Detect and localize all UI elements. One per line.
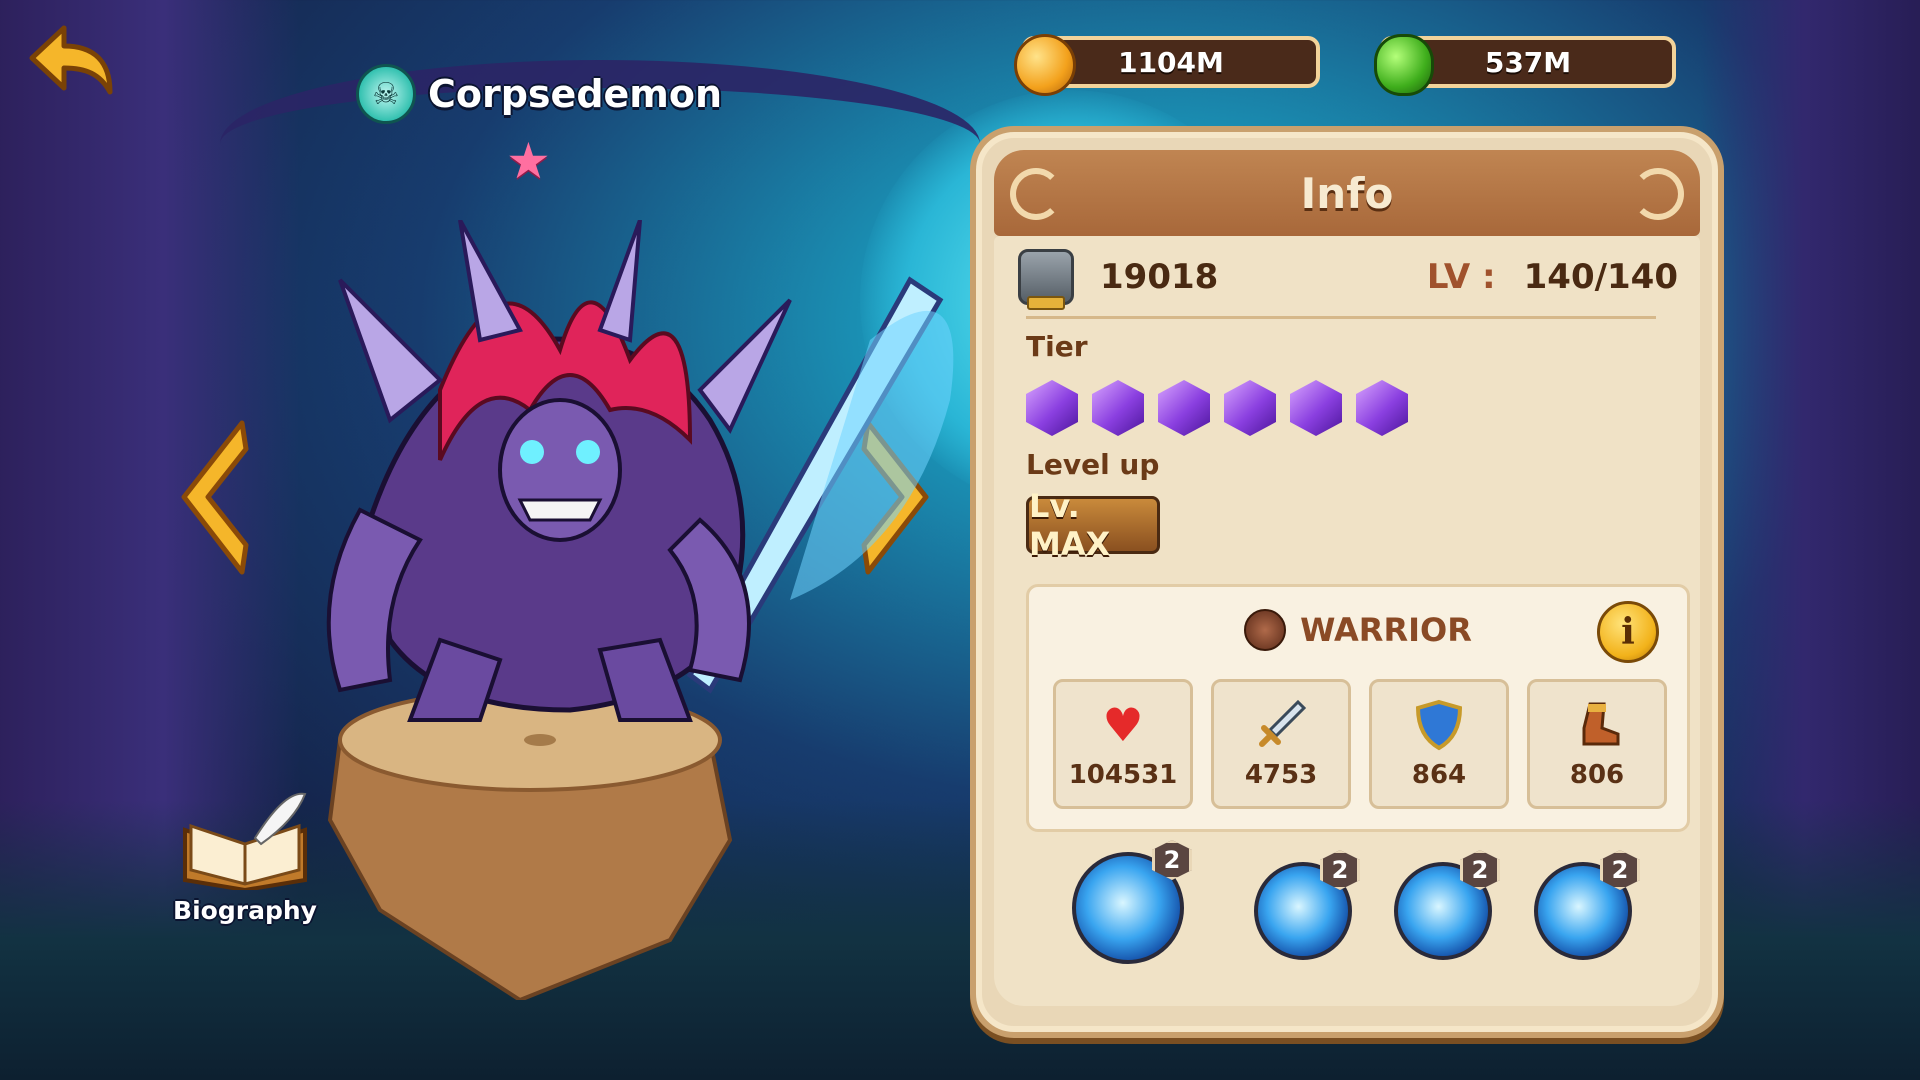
stat-hp: ♥ 104531: [1053, 679, 1193, 809]
stats-row: ♥ 104531 4753 864 806: [1053, 679, 1667, 809]
skill-4-level-badge: 2: [1600, 850, 1640, 890]
stat-armor-value: 864: [1411, 760, 1467, 790]
skull-icon: ☠: [356, 64, 416, 124]
info-panel-title: Info: [1300, 168, 1394, 218]
stat-hp-value: 104531: [1068, 760, 1178, 790]
divider: [1026, 316, 1656, 319]
power-row: 19018 LV : 140/140: [1018, 242, 1678, 312]
stat-armor: 864: [1369, 679, 1509, 809]
level-up-label: Level up: [1026, 448, 1160, 481]
back-arrow-icon: [29, 25, 113, 95]
stat-attack-value: 4753: [1244, 760, 1318, 790]
stat-attack: 4753: [1211, 679, 1351, 809]
warrior-class-icon: [1244, 609, 1287, 651]
biography-label: Biography: [173, 896, 317, 925]
info-panel-header: Info: [994, 150, 1700, 236]
stat-speed-value: 806: [1569, 760, 1625, 790]
tier-gem-icon: [1356, 380, 1408, 436]
stat-speed: 806: [1527, 679, 1667, 809]
gold-amount: 1104M: [1118, 45, 1224, 79]
skill-4-button[interactable]: 2: [1534, 850, 1640, 960]
hero-title: ☠ Corpsedemon: [356, 64, 722, 124]
heart-icon: ♥: [1102, 698, 1144, 752]
class-header: WARRIOR: [1029, 609, 1687, 651]
tier-gem-icon: [1092, 380, 1144, 436]
gem-amount: 537M: [1484, 45, 1572, 79]
level-label: LV :: [1426, 257, 1496, 297]
class-info-button[interactable]: i: [1597, 601, 1659, 663]
back-button[interactable]: [26, 22, 116, 102]
gold-counter: 1104M: [1014, 34, 1320, 96]
corner-curl-icon: [1632, 168, 1684, 220]
tier-gem-icon: [1290, 380, 1342, 436]
star-icon: ★: [506, 132, 551, 190]
corner-curl-icon: [1010, 168, 1062, 220]
skill-3-level-badge: 2: [1460, 850, 1500, 890]
skills-row: 2 2 2 2: [976, 840, 1682, 992]
sword-icon: [1254, 698, 1308, 752]
hero-name: Corpsedemon: [428, 72, 723, 116]
tier-gem-icon: [1026, 380, 1078, 436]
biography-button[interactable]: Biography: [150, 790, 340, 940]
class-stats-box: WARRIOR i ♥ 104531 4753 864 806: [1026, 584, 1690, 832]
tier-gems: [1026, 380, 1408, 436]
tier-gem-icon: [1224, 380, 1276, 436]
skill-2-button[interactable]: 2: [1254, 850, 1360, 960]
tier-gem-icon: [1158, 380, 1210, 436]
shield-icon: [1412, 698, 1466, 752]
class-name: WARRIOR: [1300, 611, 1472, 649]
book-icon: [175, 790, 315, 893]
boot-icon: [1570, 698, 1624, 752]
tier-label: Tier: [1026, 330, 1088, 363]
info-panel: Info 19018 LV : 140/140 Tier Level up Lv…: [970, 126, 1724, 1038]
skill-3-button[interactable]: 2: [1394, 850, 1500, 960]
power-value: 19018: [1100, 257, 1219, 297]
level-value: 140/140: [1523, 257, 1678, 297]
previous-hero-arrow[interactable]: [172, 415, 252, 580]
skill-1-button[interactable]: 2: [1072, 840, 1192, 964]
hero-model: [270, 219, 970, 1003]
gem-counter: 537M: [1374, 34, 1676, 96]
power-fist-icon: [1018, 249, 1074, 310]
skill-2-level-badge: 2: [1320, 850, 1360, 890]
chevron-left-icon: [181, 420, 249, 575]
level-max-button[interactable]: Lv. MAX: [1026, 487, 1160, 563]
